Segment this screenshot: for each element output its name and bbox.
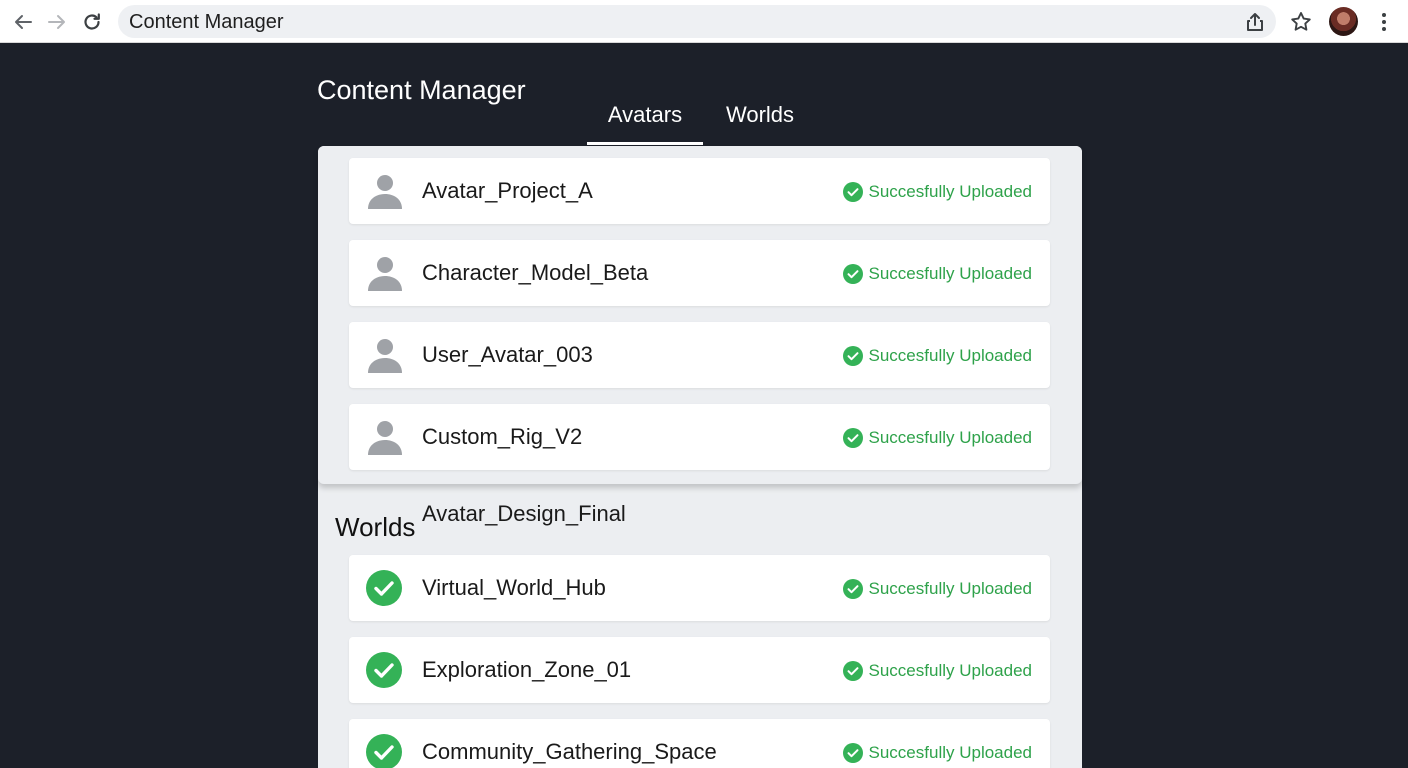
- world-row[interactable]: Exploration_Zone_01 Succesfully Uploaded: [349, 637, 1050, 703]
- avatar-name: Custom_Rig_V2: [422, 424, 583, 449]
- arrow-left-icon: [15, 15, 32, 29]
- status-badge: Succesfully Uploaded: [842, 263, 1032, 285]
- check-circle-icon: [842, 264, 863, 284]
- more-vert-icon: [1382, 13, 1386, 31]
- avatars-list: Avatar_Project_A Succesfully Uploaded Ch…: [318, 146, 1082, 484]
- check-circle-icon: [842, 346, 863, 366]
- status-text: Succesfully Uploaded: [868, 579, 1032, 598]
- check-circle-icon: [842, 428, 863, 448]
- check-circle-icon: [366, 734, 402, 768]
- more-menu-button[interactable]: [1372, 7, 1396, 37]
- tab-avatars[interactable]: Avatars: [587, 102, 703, 145]
- world-name: Exploration_Zone_01: [422, 657, 632, 682]
- tab-worlds[interactable]: Worlds: [712, 102, 808, 145]
- bookmark-button[interactable]: [1286, 7, 1316, 37]
- avatar-row[interactable]: Custom_Rig_V2 Succesfully Uploaded: [349, 404, 1050, 470]
- address-bar-text: Content Manager: [129, 11, 284, 33]
- check-circle-icon: [842, 182, 863, 202]
- world-row[interactable]: Community_Gathering_Space Succesfully Up…: [349, 719, 1050, 768]
- share-button[interactable]: [1240, 7, 1270, 37]
- content-panel: Avatar_Project_A Succesfully Uploaded Ch…: [318, 146, 1082, 768]
- address-bar[interactable]: Content Manager: [118, 5, 1276, 38]
- active-tab-indicator: [587, 142, 703, 145]
- world-name: Community_Gathering_Space: [422, 739, 717, 764]
- avatar-name-label: Avatar_Design_Final: [422, 501, 626, 526]
- check-circle-icon: [366, 652, 402, 688]
- person-icon: [368, 339, 402, 373]
- check-circle-icon: [366, 570, 402, 606]
- avatar-row[interactable]: Character_Model_Beta Succesfully Uploade…: [349, 240, 1050, 306]
- status-badge: Succesfully Uploaded: [842, 660, 1032, 682]
- avatar-row[interactable]: Avatar_Project_A Succesfully Uploaded: [349, 158, 1050, 224]
- status-badge: Succesfully Uploaded: [842, 181, 1032, 203]
- status-badge: Succesfully Uploaded: [842, 742, 1032, 764]
- reload-button[interactable]: [77, 7, 107, 37]
- status-badge: Succesfully Uploaded: [842, 427, 1032, 449]
- worlds-heading: Worlds: [335, 512, 416, 542]
- status-text: Succesfully Uploaded: [868, 264, 1032, 283]
- avatar-name: Avatar_Project_A: [422, 178, 593, 203]
- status-badge: Succesfully Uploaded: [842, 345, 1032, 367]
- world-name: Virtual_World_Hub: [422, 575, 606, 600]
- arrow-right-icon: [48, 15, 65, 29]
- page-title: Content Manager: [317, 75, 526, 105]
- status-text: Succesfully Uploaded: [868, 743, 1032, 762]
- avatar-name: Character_Model_Beta: [422, 260, 649, 285]
- world-row[interactable]: Virtual_World_Hub Succesfully Uploaded: [349, 555, 1050, 621]
- person-icon: [368, 257, 402, 291]
- check-circle-icon: [842, 661, 863, 681]
- person-icon: [368, 421, 402, 455]
- forward-button[interactable]: [42, 7, 72, 37]
- avatar-row[interactable]: User_Avatar_003 Succesfully Uploaded: [349, 322, 1050, 388]
- avatar[interactable]: [1329, 7, 1358, 36]
- check-circle-icon: [842, 743, 863, 763]
- status-text: Succesfully Uploaded: [868, 428, 1032, 447]
- star-icon: [1291, 12, 1311, 31]
- person-icon: [368, 175, 402, 209]
- check-circle-icon: [842, 579, 863, 599]
- status-text: Succesfully Uploaded: [868, 661, 1032, 680]
- browser-toolbar: Content Manager: [0, 0, 1408, 43]
- reload-icon: [84, 13, 100, 30]
- back-button[interactable]: [8, 7, 38, 37]
- avatar-name: User_Avatar_003: [422, 342, 593, 367]
- share-icon: [1247, 13, 1263, 31]
- status-text: Succesfully Uploaded: [868, 346, 1032, 365]
- status-text: Succesfully Uploaded: [868, 182, 1032, 201]
- status-badge: Succesfully Uploaded: [842, 578, 1032, 600]
